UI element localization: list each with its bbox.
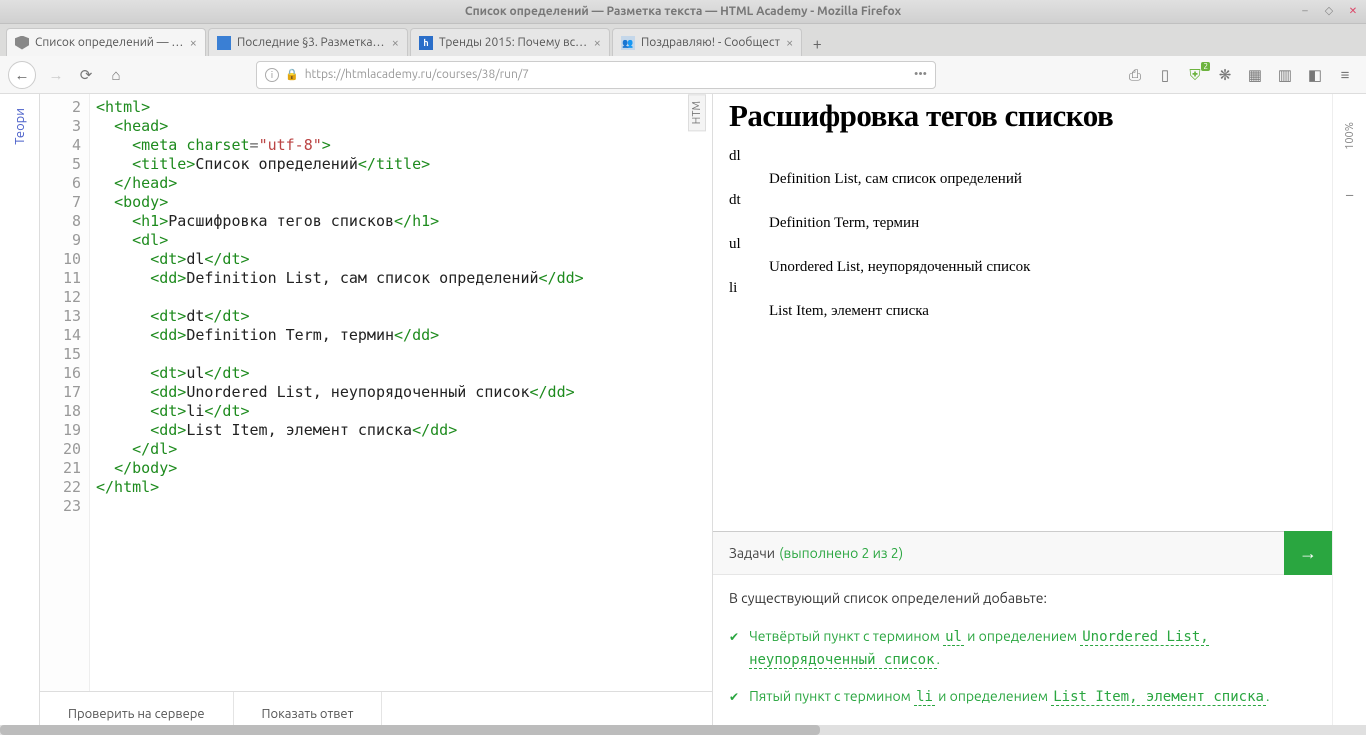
toolbar-extensions: ⎙ ▯ ⛨2 ❋ ▦ ▥ ◧ ≡: [1126, 66, 1358, 84]
new-tab-button[interactable]: +: [804, 32, 830, 56]
library-icon[interactable]: ⎙: [1126, 66, 1144, 84]
code-body[interactable]: <html> <head> <meta charset="utf-8"> <ti…: [90, 94, 584, 691]
code-editor[interactable]: 234567891011121314151617181920212223 <ht…: [40, 94, 712, 691]
definition: Definition List, сам список определений: [769, 171, 1316, 188]
check-icon: ✔: [729, 685, 739, 709]
definition: Definition Term, термин: [769, 215, 1316, 232]
menu-icon[interactable]: ≡: [1336, 66, 1354, 84]
line-gutter: 234567891011121314151617181920212223: [40, 94, 90, 691]
task-item: ✔ Четвёртый пункт с термином ul и опреде…: [729, 625, 1316, 671]
home-button[interactable]: ⌂: [106, 65, 126, 85]
browser-tab[interactable]: Последние §3. Разметка те ×: [208, 28, 408, 56]
reload-button[interactable]: ⟳: [76, 65, 96, 85]
term: li: [729, 280, 1316, 297]
urlbar-menu-icon[interactable]: •••: [914, 68, 927, 81]
tasks-header[interactable]: Задачи (выполнено 2 из 2) →: [713, 531, 1332, 575]
browser-tabstrip: Список определений — Раз × Последние §3.…: [0, 24, 1366, 56]
preview-body: Расшифровка тегов списков dl Definition L…: [713, 94, 1332, 531]
forward-button[interactable]: →: [46, 65, 66, 85]
preview-heading: Расшифровка тегов списков: [729, 98, 1316, 134]
url-bar[interactable]: i 🔒 https://htmlacademy.ru/courses/38/ru…: [256, 61, 936, 89]
tasks-body: В существующий список определений добавь…: [713, 575, 1332, 735]
zoom-sidebar: 100% −: [1332, 94, 1366, 735]
close-icon[interactable]: ×: [392, 36, 399, 50]
lock-icon: 🔒: [285, 68, 299, 81]
page-content: Теори HTM 234567891011121314151617181920…: [0, 94, 1366, 735]
favicon: [217, 36, 231, 50]
back-button[interactable]: ←: [8, 61, 36, 89]
task-item: ✔ Пятый пункт с термином li и определени…: [729, 685, 1316, 709]
next-button[interactable]: →: [1284, 531, 1332, 575]
window-minimize[interactable]: [1298, 4, 1312, 18]
definition: List Item, элемент списка: [769, 303, 1316, 320]
preview-pane: Расшифровка тегов списков dl Definition L…: [712, 94, 1332, 735]
window-maximize[interactable]: [1322, 4, 1336, 18]
editor-file-tab[interactable]: HTM: [688, 94, 712, 131]
colorful-icon[interactable]: ◧: [1306, 66, 1324, 84]
browser-navbar: ← → ⟳ ⌂ i 🔒 https://htmlacademy.ru/cours…: [0, 56, 1366, 94]
square-icon[interactable]: ▦: [1246, 66, 1264, 84]
shield-icon: [15, 36, 29, 50]
os-titlebar: Список определений — Разметка текста — H…: [0, 0, 1366, 24]
browser-tab[interactable]: 👥 Поздравляю! - Сообщест ×: [612, 28, 802, 56]
window-close[interactable]: [1346, 4, 1360, 18]
term: dt: [729, 192, 1316, 209]
paw-icon[interactable]: ❋: [1216, 66, 1234, 84]
favicon: h: [419, 36, 433, 50]
definition: Unordered List, неупорядоченный список: [769, 259, 1316, 276]
window-title: Список определений — Разметка текста — H…: [465, 5, 901, 18]
url-text: https://htmlacademy.ru/courses/38/run/7: [305, 68, 529, 81]
zoom-level[interactable]: 100%: [1344, 122, 1356, 150]
editor-pane: HTM 234567891011121314151617181920212223…: [40, 94, 712, 735]
definition-list: dl Definition List, сам список определени…: [729, 148, 1316, 320]
info-icon[interactable]: i: [265, 68, 279, 82]
zoom-minus[interactable]: −: [1345, 186, 1354, 204]
tasks-done: (выполнено 2 из 2): [779, 545, 903, 561]
reader-icon[interactable]: ▯: [1156, 66, 1174, 84]
horizontal-scrollbar[interactable]: [0, 725, 1366, 735]
tasks-label: Задачи: [729, 545, 775, 561]
ext-icon[interactable]: ▥: [1276, 66, 1294, 84]
browser-tab-active[interactable]: Список определений — Раз ×: [6, 28, 206, 56]
favicon: 👥: [621, 36, 635, 50]
close-icon[interactable]: ×: [786, 36, 793, 50]
tasks-intro: В существующий список определений добавь…: [729, 587, 1316, 609]
check-icon: ✔: [729, 625, 739, 671]
theory-sidebar[interactable]: Теори: [0, 94, 40, 735]
close-icon[interactable]: ×: [594, 36, 601, 50]
close-icon[interactable]: ×: [190, 36, 197, 50]
shield-icon[interactable]: ⛨2: [1186, 66, 1204, 84]
term: dl: [729, 148, 1316, 165]
term: ul: [729, 236, 1316, 253]
browser-tab[interactable]: h Тренды 2015: Почему всё б ×: [410, 28, 610, 56]
